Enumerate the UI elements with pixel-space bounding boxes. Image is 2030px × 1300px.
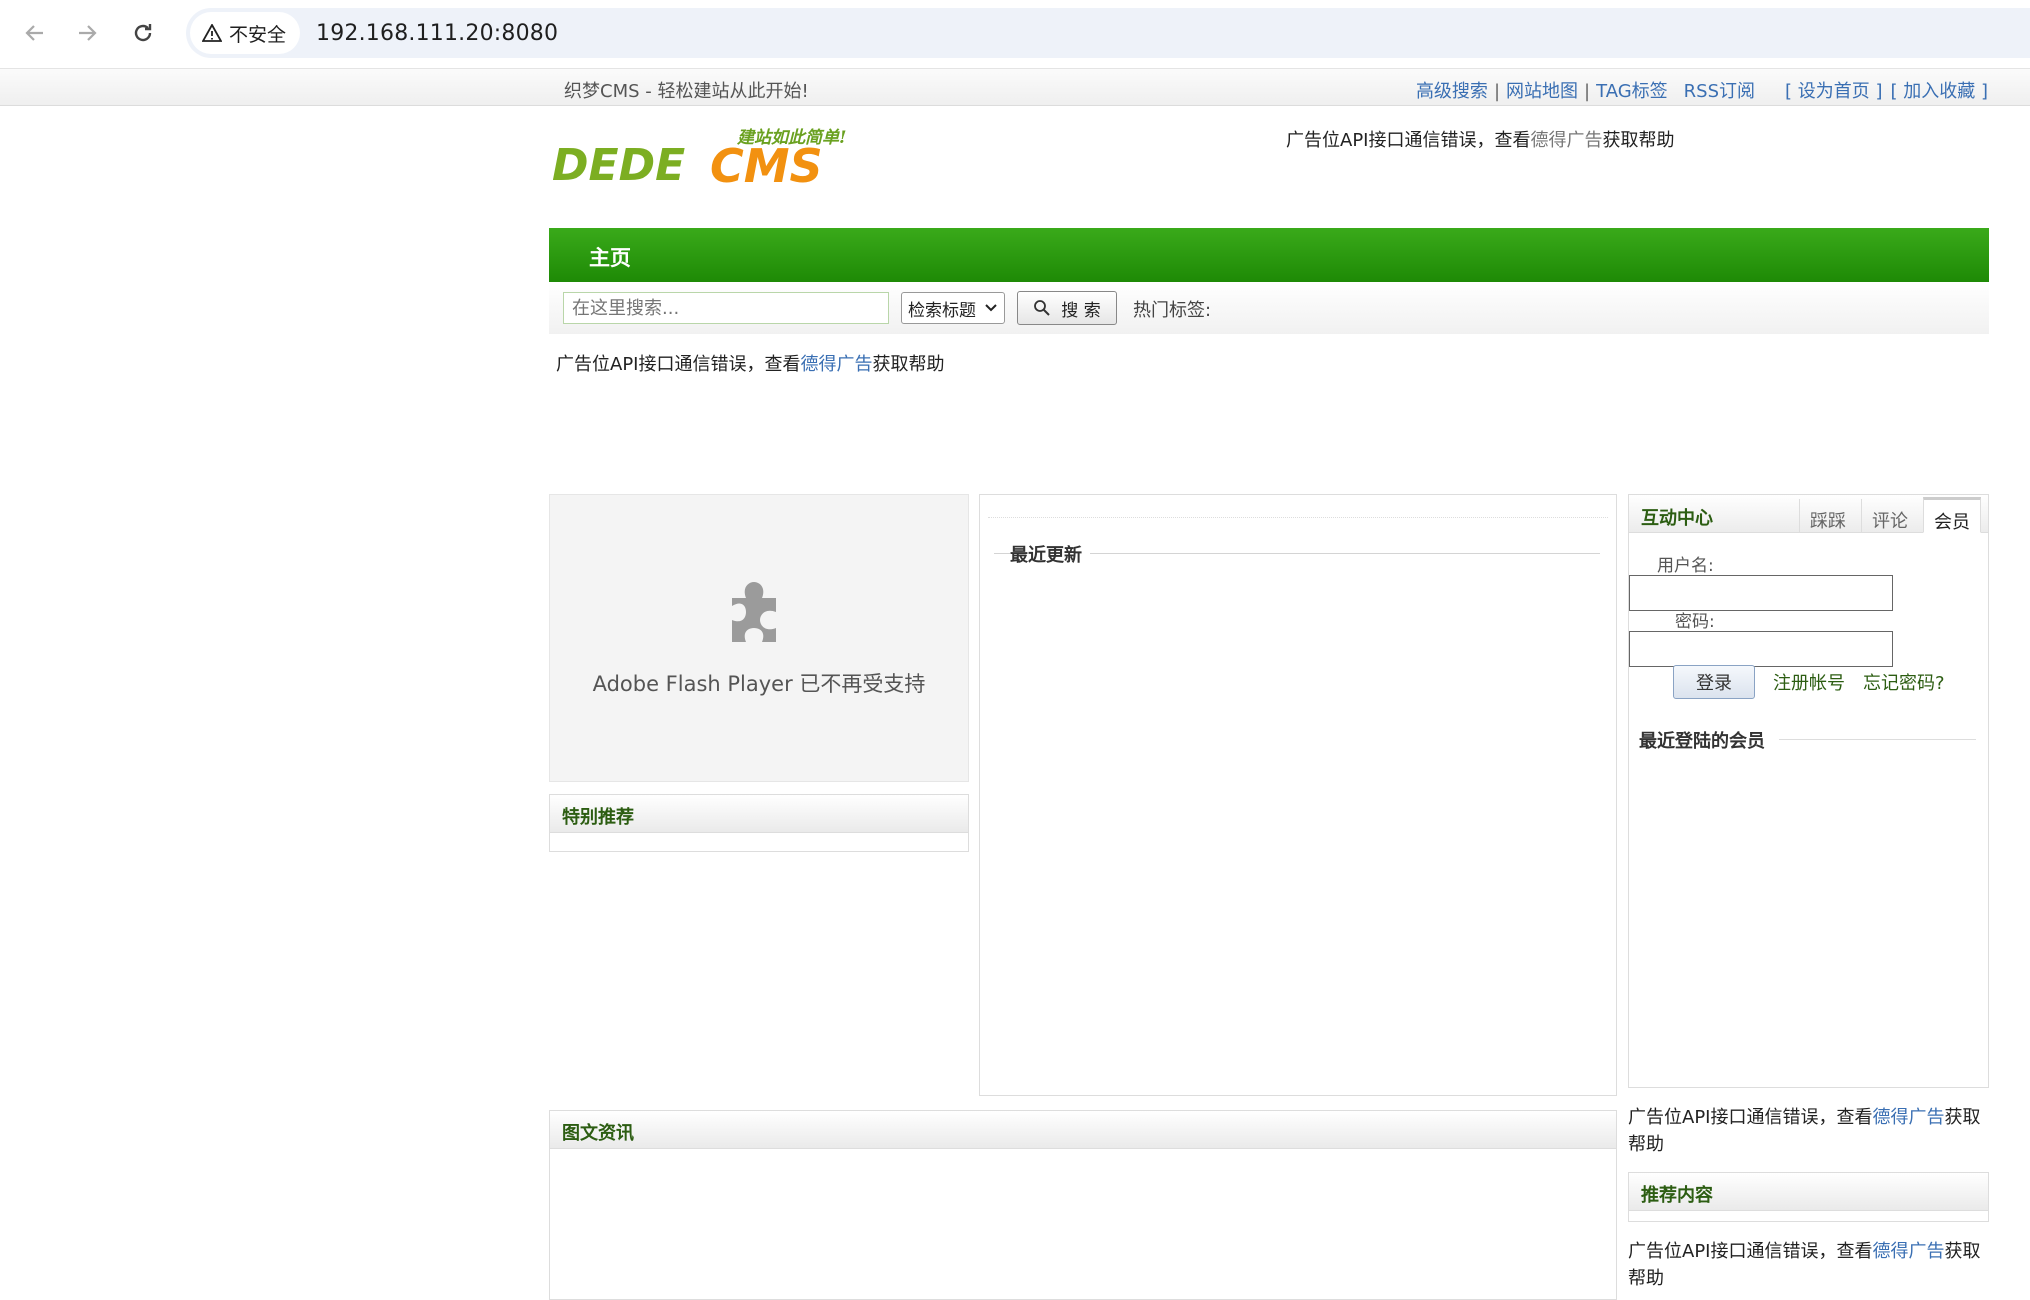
- site-logo[interactable]: 建站如此简单! DEDE CMS: [552, 124, 872, 204]
- flash-placeholder: Adobe Flash Player 已不再受支持: [549, 494, 969, 782]
- search-button[interactable]: 搜 索: [1017, 291, 1117, 325]
- recent-members-title: 最近登陆的会员: [1639, 727, 1773, 753]
- top-links: 高级搜索 | 网站地图 | TAG标签 RSS订阅[ 设为首页 ][ 加入收藏 ]: [1416, 77, 1988, 103]
- password-field[interactable]: [1629, 631, 1893, 667]
- security-chip[interactable]: 不安全: [190, 12, 301, 54]
- forward-button[interactable]: [68, 14, 106, 52]
- ad-link[interactable]: 德得广告: [800, 354, 872, 375]
- interaction-title: 互动中心: [1641, 508, 1713, 529]
- chevron-down-icon: [985, 304, 997, 312]
- flash-message: Adobe Flash Player 已不再受支持: [592, 672, 926, 696]
- sitemap-link[interactable]: 网站地图: [1506, 81, 1578, 102]
- advanced-search-link[interactable]: 高级搜索: [1416, 81, 1488, 102]
- ad-text: 广告位API接口通信错误，查看: [1286, 130, 1531, 151]
- ad-link[interactable]: 德得广告: [1530, 130, 1602, 151]
- ad-banner-top: 广告位API接口通信错误，查看德得广告获取帮助: [1286, 126, 1674, 152]
- back-button[interactable]: [16, 14, 54, 52]
- arrow-right-icon: [79, 25, 97, 41]
- rss-link[interactable]: RSS订阅: [1684, 81, 1755, 102]
- magnifier-icon: [1034, 300, 1051, 316]
- username-label: 用户名:: [1657, 556, 1714, 576]
- search-input[interactable]: [563, 292, 889, 324]
- reload-button[interactable]: [124, 14, 162, 52]
- tag-link[interactable]: TAG标签: [1596, 81, 1668, 102]
- register-link[interactable]: 注册帐号: [1773, 669, 1845, 695]
- picture-news-box: 图文资讯: [549, 1110, 1617, 1300]
- search-bar: 检索标题 搜 索 热门标签:: [549, 282, 1989, 334]
- logo-cms: CMS: [710, 139, 823, 193]
- logo-dede: DEDE: [552, 140, 685, 191]
- ad-banner-middle: 广告位API接口通信错误，查看德得广告获取帮助: [556, 350, 944, 376]
- special-box: 特别推荐: [549, 794, 969, 852]
- security-label: 不安全: [229, 23, 287, 46]
- ad-text: 广告位API接口通信错误，查看: [1628, 1241, 1873, 1262]
- special-box-title: 特别推荐: [550, 795, 968, 833]
- interaction-center: 互动中心 踩踩 评论 会员 用户名: 密码: 登录 注册帐号 忘记密码? 最近登…: [1628, 494, 1989, 1088]
- ad-banner-side-2: 广告位API接口通信错误，查看德得广告获取帮助: [1628, 1238, 1988, 1292]
- picture-news-title: 图文资讯: [550, 1111, 1616, 1149]
- tab-dig[interactable]: 踩踩: [1799, 499, 1856, 533]
- ad-text: 广告位API接口通信错误，查看: [556, 354, 801, 375]
- arrow-left-icon: [25, 25, 43, 41]
- search-type-value: 检索标题: [908, 300, 976, 321]
- tab-members[interactable]: 会员: [1923, 497, 1981, 533]
- ad-text: 获取帮助: [872, 354, 945, 375]
- set-home-link[interactable]: [ 设为首页 ]: [1785, 81, 1883, 102]
- recommend-box-title: 推荐内容: [1629, 1173, 1988, 1211]
- puzzle-plugin-icon: [732, 582, 776, 642]
- ad-text: 广告位API接口通信错误，查看: [1628, 1107, 1873, 1128]
- ad-link[interactable]: 德得广告: [1872, 1107, 1944, 1128]
- url-text[interactable]: 192.168.111.20:8080: [316, 21, 558, 46]
- latest-box: 最近更新: [979, 494, 1617, 1096]
- divider: [1779, 739, 1976, 740]
- password-label: 密码:: [1675, 612, 1715, 632]
- reload-icon: [134, 24, 152, 42]
- divider: [988, 517, 1608, 518]
- search-button-label: 搜 索: [1061, 300, 1101, 321]
- browser-toolbar: 不安全 192.168.111.20:8080: [0, 0, 2030, 66]
- main-nav: 主页: [549, 228, 1989, 282]
- welcome-text: 织梦CMS - 轻松建站从此开始!: [564, 81, 809, 102]
- ad-text: 获取帮助: [1602, 130, 1675, 151]
- top-bar: 织梦CMS - 轻松建站从此开始! 高级搜索 | 网站地图 | TAG标签 RSS订阅[ …: [0, 68, 2030, 106]
- ad-link[interactable]: 德得广告: [1872, 1241, 1944, 1262]
- nav-home[interactable]: 主页: [589, 242, 631, 272]
- ad-banner-side: 广告位API接口通信错误，查看德得广告获取帮助: [1628, 1104, 1988, 1158]
- warning-icon: [202, 24, 222, 42]
- separator: |: [1584, 81, 1591, 102]
- login-button[interactable]: 登录: [1673, 665, 1755, 699]
- hot-tags-label: 热门标签:: [1133, 300, 1212, 321]
- username-field[interactable]: [1629, 575, 1893, 611]
- search-type-select[interactable]: 检索标题: [901, 292, 1005, 324]
- latest-title: 最近更新: [1010, 541, 1090, 567]
- interaction-header: 互动中心 踩踩 评论 会员: [1629, 495, 1988, 533]
- recommend-box: 推荐内容: [1628, 1172, 1989, 1222]
- separator: |: [1493, 81, 1501, 102]
- tab-comments[interactable]: 评论: [1861, 499, 1918, 533]
- forgot-password-link[interactable]: 忘记密码?: [1863, 669, 1945, 695]
- address-bar[interactable]: 不安全 192.168.111.20:8080: [186, 8, 2030, 58]
- favorite-link[interactable]: [ 加入收藏 ]: [1891, 81, 1989, 102]
